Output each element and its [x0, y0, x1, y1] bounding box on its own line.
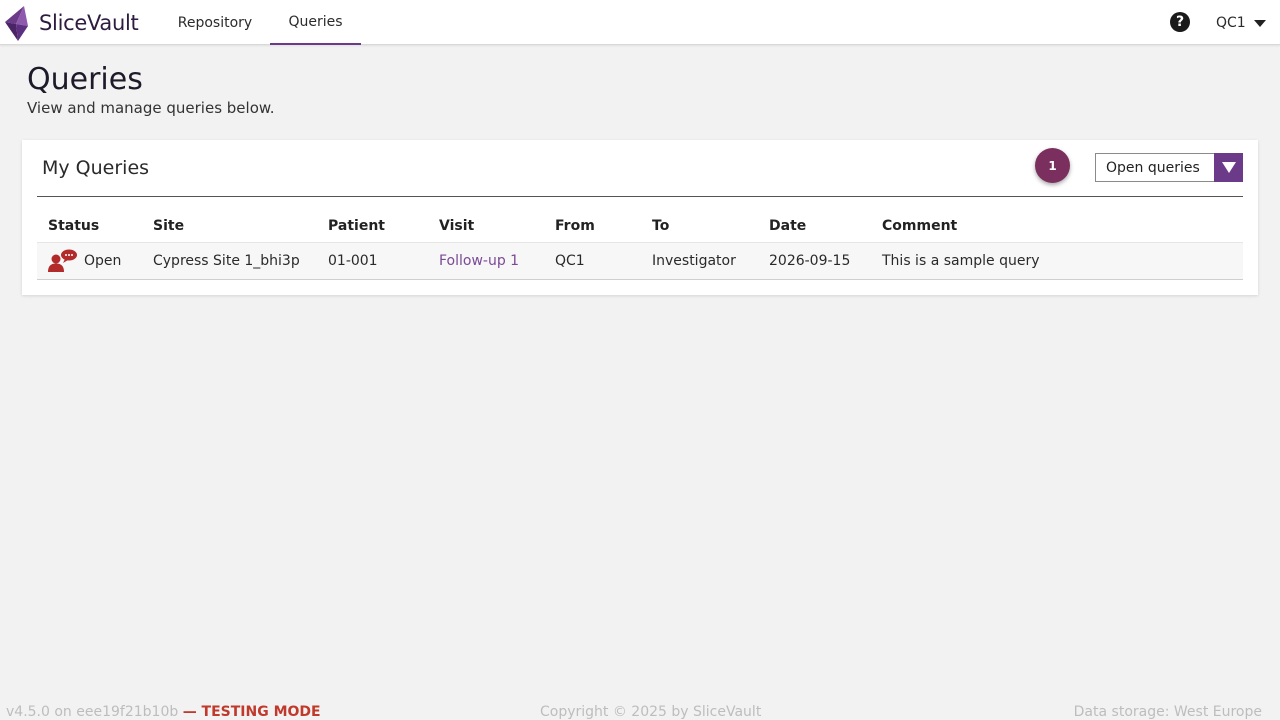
cell-date: 2026-09-15: [758, 241, 871, 280]
column-header-visit[interactable]: Visit: [428, 211, 544, 242]
query-count-badge: 1: [1035, 148, 1070, 183]
column-header-date[interactable]: Date: [758, 211, 871, 242]
nav-tab-repository[interactable]: Repository: [166, 0, 264, 45]
cell-from: QC1: [544, 241, 641, 280]
queries-table: Status Site Patient Visit From To Date C…: [37, 211, 1243, 280]
slicevault-logo-icon: [5, 6, 28, 41]
cell-site: Cypress Site 1_bhi3p: [142, 241, 317, 280]
card-divider: [37, 196, 1243, 197]
cell-patient: 01-001: [317, 241, 428, 280]
cell-status: Open: [37, 241, 142, 280]
brand-logo-link[interactable]: SliceVault: [4, 4, 139, 42]
page-subtitle: View and manage queries below.: [27, 99, 275, 117]
column-header-from[interactable]: From: [544, 211, 641, 242]
open-query-icon: [48, 249, 77, 272]
version-text: v4.5.0 on eee19f21b10b: [6, 704, 179, 720]
user-menu-dropdown[interactable]: QC1: [1216, 13, 1266, 33]
my-queries-card: My Queries 1 Open queries Status Site Pa…: [22, 140, 1258, 295]
top-navigation-bar: SliceVault Repository Queries ? QC1: [0, 0, 1280, 45]
footer: v4.5.0 on eee19f21b10b — TESTING MODE Co…: [0, 704, 1280, 720]
page-title: Queries: [27, 62, 143, 97]
column-header-to[interactable]: To: [641, 211, 758, 242]
status-text: Open: [84, 252, 122, 269]
query-filter-select[interactable]: Open queries: [1095, 153, 1243, 182]
copyright-text: Copyright © 2025 by SliceVault: [540, 704, 762, 720]
column-header-comment[interactable]: Comment: [871, 211, 1243, 242]
question-circle-icon[interactable]: ?: [1170, 12, 1190, 32]
visit-link[interactable]: Follow-up 1: [439, 253, 519, 269]
data-storage-text: Data storage: West Europe: [1073, 704, 1262, 720]
column-header-site[interactable]: Site: [142, 211, 317, 242]
footer-version-info: v4.5.0 on eee19f21b10b — TESTING MODE: [6, 704, 321, 720]
card-title: My Queries: [42, 157, 150, 179]
testing-mode-label: — TESTING MODE: [182, 704, 321, 720]
table-row[interactable]: Open Cypress Site 1_bhi3p 01-001 Follow-…: [37, 241, 1243, 280]
brand-name: SliceVault: [39, 11, 139, 35]
caret-down-icon: [1253, 19, 1266, 27]
table-header-row: Status Site Patient Visit From To Date C…: [37, 211, 1243, 242]
user-name: QC1: [1216, 15, 1246, 31]
nav-tab-queries[interactable]: Queries: [270, 0, 361, 45]
cell-comment: This is a sample query: [871, 241, 1243, 280]
cell-visit: Follow-up 1: [428, 241, 544, 280]
cell-to: Investigator: [641, 241, 758, 280]
filter-selected-value: Open queries: [1106, 159, 1200, 176]
column-header-patient[interactable]: Patient: [317, 211, 428, 242]
column-header-status[interactable]: Status: [37, 211, 142, 242]
dropdown-arrow-icon[interactable]: [1214, 153, 1243, 182]
